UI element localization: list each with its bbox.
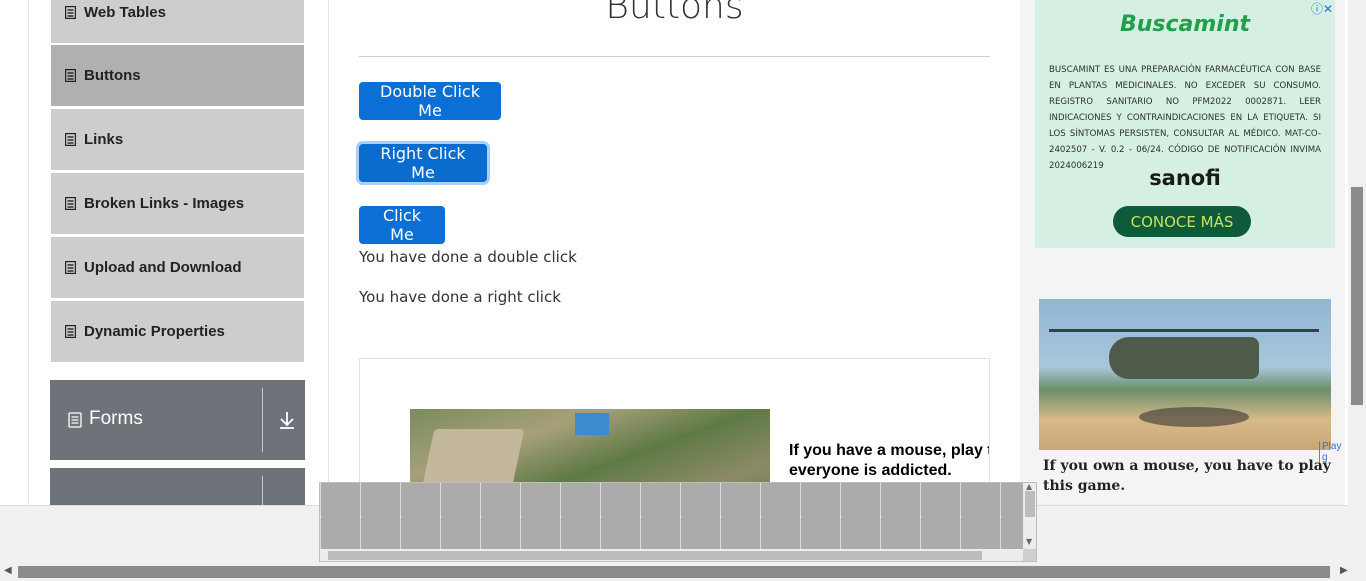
ad-cta-button[interactable]: CONOCE MÁS bbox=[1113, 206, 1251, 237]
sidebar-group-label: Forms bbox=[89, 408, 143, 429]
buscamint-ad[interactable]: ⓘ✕ Buscamint BUSCAMINT ES UNA PREPARACIÓ… bbox=[1035, 0, 1335, 248]
sidebar-item-label: Buttons bbox=[84, 67, 141, 84]
page-vertical-scrollbar[interactable] bbox=[1348, 0, 1366, 563]
sidebar-item-label: Dynamic Properties bbox=[84, 323, 225, 340]
document-icon bbox=[65, 325, 76, 338]
sidebar-right-border bbox=[328, 0, 329, 505]
scroll-down-icon[interactable]: ▼ bbox=[1026, 537, 1032, 546]
scroll-left-icon[interactable]: ◀ bbox=[4, 565, 12, 576]
bottom-overlay-ad[interactable]: ▲ ▼ bbox=[319, 482, 1037, 562]
helicopter-ad-headline[interactable]: If you own a mouse, you have to play thi… bbox=[1043, 456, 1333, 496]
click-button[interactable]: Click Me bbox=[359, 206, 445, 244]
sidebar-item-label: Links bbox=[84, 131, 124, 148]
overlay-vertical-scrollbar[interactable]: ▲ ▼ bbox=[1023, 483, 1036, 549]
document-icon bbox=[65, 6, 76, 19]
rotor-graphic bbox=[1049, 329, 1319, 332]
title-divider bbox=[359, 56, 990, 57]
group-divider bbox=[262, 476, 263, 508]
document-icon bbox=[65, 197, 76, 210]
notes-icon bbox=[68, 412, 82, 433]
scrollbar-thumb[interactable] bbox=[1351, 187, 1363, 405]
document-icon bbox=[65, 261, 76, 274]
helicopter-ad-image[interactable] bbox=[1039, 299, 1331, 450]
sidebar-left-border bbox=[28, 0, 29, 505]
document-icon bbox=[65, 69, 76, 82]
sidebar-item-label: Web Tables bbox=[84, 4, 166, 21]
page-title: Buttons bbox=[605, 0, 744, 27]
scroll-right-icon[interactable]: ▶ bbox=[1340, 565, 1348, 576]
sidebar-item-upload-download[interactable]: Upload and Download bbox=[51, 236, 304, 298]
right-click-message: You have done a right click bbox=[359, 288, 561, 306]
sidebar-item-web-tables[interactable]: Web Tables bbox=[51, 0, 304, 43]
double-click-button[interactable]: Double Click Me bbox=[359, 82, 501, 120]
sidebar-item-buttons[interactable]: Buttons bbox=[51, 44, 304, 106]
shadow-graphic bbox=[1139, 407, 1249, 427]
group-divider bbox=[262, 388, 263, 452]
sidebar-item-label: Upload and Download bbox=[84, 259, 242, 276]
page-horizontal-scrollbar[interactable]: ◀ ▶ bbox=[0, 563, 1366, 581]
ad-headline[interactable]: If you have a mouse, play this everyone … bbox=[789, 441, 989, 481]
scrollbar-thumb[interactable] bbox=[1025, 491, 1035, 517]
ad-pattern bbox=[320, 483, 1023, 549]
ad-brand: Buscamint bbox=[1119, 12, 1251, 37]
ad-legal-text: BUSCAMINT ES UNA PREPARACIÓN FARMACÉUTIC… bbox=[1049, 65, 1321, 171]
right-click-button[interactable]: Right Click Me bbox=[359, 144, 487, 182]
scrollbar-thumb[interactable] bbox=[18, 566, 1330, 578]
scroll-up-icon[interactable]: ▲ bbox=[1026, 483, 1032, 491]
sidebar-item-broken-links[interactable]: Broken Links - Images bbox=[51, 172, 304, 234]
sidebar-item-links[interactable]: Links bbox=[51, 108, 304, 170]
ad-company-logo: sanofi bbox=[1149, 166, 1221, 190]
scrollbar-thumb[interactable] bbox=[328, 551, 982, 560]
sidebar-group-forms[interactable]: Forms bbox=[50, 380, 305, 460]
double-click-message: You have done a double click bbox=[359, 248, 577, 266]
helicopter-graphic bbox=[1109, 337, 1259, 379]
overlay-horizontal-scrollbar[interactable] bbox=[320, 549, 1023, 561]
tank-graphic bbox=[421, 429, 525, 489]
sidebar-group-next[interactable] bbox=[50, 468, 305, 508]
sidebar-item-label: Broken Links - Images bbox=[84, 195, 245, 212]
document-icon bbox=[65, 133, 76, 146]
flag-graphic bbox=[575, 413, 609, 435]
sidebar-item-dynamic-properties[interactable]: Dynamic Properties bbox=[51, 300, 304, 362]
download-arrow-icon[interactable] bbox=[278, 410, 296, 435]
